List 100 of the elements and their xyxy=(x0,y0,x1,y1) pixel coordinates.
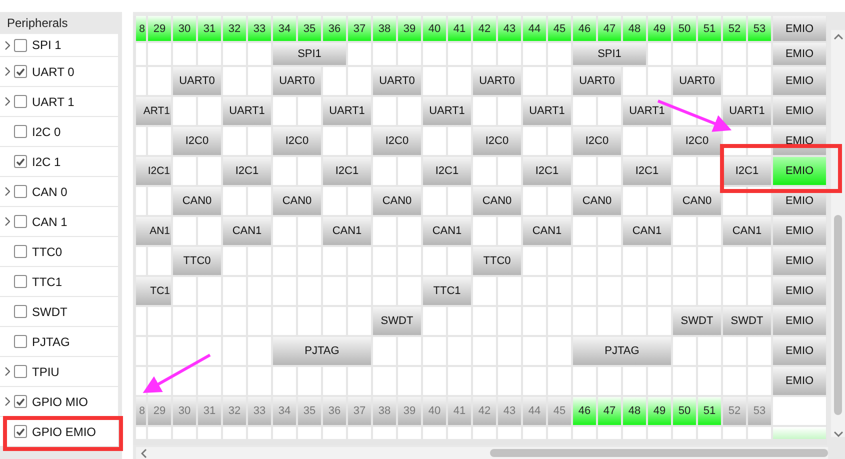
emio-button[interactable]: EMIO xyxy=(773,337,826,365)
pin-function-button[interactable]: CAN0 xyxy=(673,187,721,215)
pin-function-button[interactable]: UART1 xyxy=(523,97,571,125)
chevron-right-icon[interactable] xyxy=(4,367,10,376)
pin-function-button[interactable]: TC1 xyxy=(136,277,171,305)
pin-function-button[interactable]: UART1 xyxy=(623,97,671,125)
pin-function-button[interactable]: SWDT xyxy=(673,307,721,335)
pin-function-button[interactable]: CAN0 xyxy=(173,187,221,215)
pin-function-button[interactable]: I2C0 xyxy=(173,127,221,155)
pin-function-button[interactable]: CAN0 xyxy=(373,187,421,215)
pin-function-button[interactable]: CAN1 xyxy=(223,217,271,245)
pin-function-button[interactable]: SPI1 xyxy=(573,43,646,65)
pin-function-button[interactable]: I2C0 xyxy=(473,127,521,155)
chevron-down-icon[interactable] xyxy=(834,431,842,437)
pin-function-button[interactable]: SWDT xyxy=(723,307,771,335)
emio-button[interactable]: EMIO xyxy=(773,16,826,41)
pin-function-button[interactable]: I2C1 xyxy=(423,157,471,185)
grid-cell xyxy=(623,277,646,305)
pin-function-button[interactable]: TTC0 xyxy=(173,247,221,275)
checkbox[interactable] xyxy=(14,215,27,228)
chevron-right-icon[interactable] xyxy=(4,397,10,406)
chevron-right-icon[interactable] xyxy=(4,187,10,196)
checkbox[interactable] xyxy=(14,395,27,408)
pin-function-button[interactable]: TTC0 xyxy=(473,247,521,275)
pin-function-button[interactable]: UART1 xyxy=(323,97,371,125)
grid-cell xyxy=(473,157,496,185)
pin-function-button[interactable]: I2C0 xyxy=(673,127,721,155)
pin-function-button[interactable]: I2C1 xyxy=(323,157,371,185)
grid-cell xyxy=(136,43,146,65)
pin-function-button[interactable]: I2C0 xyxy=(273,127,321,155)
pin-function-button[interactable]: UART1 xyxy=(423,97,471,125)
pin-function-button[interactable]: CAN1 xyxy=(723,217,771,245)
emio-button[interactable]: EMIO xyxy=(773,217,826,245)
pin-function-button[interactable]: I2C1 xyxy=(223,157,271,185)
chevron-right-icon[interactable] xyxy=(4,40,10,50)
checkbox[interactable] xyxy=(14,95,27,108)
checkbox[interactable] xyxy=(14,305,27,318)
emio-button[interactable]: EMIO xyxy=(773,307,826,335)
grid-cell xyxy=(398,367,421,395)
pin-function-button[interactable]: UART0 xyxy=(573,67,621,95)
pin-function-button[interactable]: I2C1 xyxy=(723,157,771,185)
emio-button[interactable]: EMIO xyxy=(773,157,826,185)
pin-function-button[interactable]: CAN1 xyxy=(523,217,571,245)
emio-button[interactable]: EMIO xyxy=(773,43,826,65)
emio-button[interactable]: EMIO xyxy=(773,97,826,125)
pin-function-button[interactable]: SWDT xyxy=(373,307,421,335)
pin-function-button[interactable]: I2C0 xyxy=(373,127,421,155)
pin-function-button[interactable]: PJTAG xyxy=(273,337,371,365)
grid-cell xyxy=(648,43,671,65)
pin-function-button[interactable]: I2C1 xyxy=(523,157,571,185)
checkbox[interactable] xyxy=(14,65,27,78)
scrollbar-thumb[interactable] xyxy=(490,449,828,457)
pin-function-button[interactable]: CAN1 xyxy=(423,217,471,245)
horizontal-scrollbar[interactable] xyxy=(136,447,828,459)
pin-function-button[interactable]: UART0 xyxy=(673,67,721,95)
vertical-scrollbar[interactable] xyxy=(831,30,845,437)
pin-function-button[interactable]: CAN1 xyxy=(323,217,371,245)
pin-function-button[interactable]: UART1 xyxy=(223,97,271,125)
checkbox[interactable] xyxy=(14,275,27,288)
emio-button[interactable]: EMIO xyxy=(773,67,826,95)
checkbox[interactable] xyxy=(14,335,27,348)
emio-button[interactable]: EMIO xyxy=(773,367,826,395)
pin-function-button[interactable]: I2C1 xyxy=(623,157,671,185)
pin-function-button[interactable]: UART0 xyxy=(373,67,421,95)
chevron-left-icon[interactable] xyxy=(141,448,147,458)
pin-function-button[interactable]: AN1 xyxy=(136,217,171,245)
grid-cell xyxy=(298,97,321,125)
grid-cell xyxy=(348,67,371,95)
checkbox[interactable] xyxy=(14,425,27,438)
grid-cell xyxy=(498,217,521,245)
chevron-right-icon[interactable] xyxy=(4,97,10,106)
pin-function-button[interactable]: UART1 xyxy=(723,97,771,125)
scrollbar-thumb[interactable] xyxy=(834,215,842,415)
checkbox[interactable] xyxy=(14,245,27,258)
grid-cell xyxy=(723,277,746,305)
grid-cell xyxy=(648,277,671,305)
checkbox[interactable] xyxy=(14,365,27,378)
pin-function-button[interactable]: CAN0 xyxy=(473,187,521,215)
pin-function-button[interactable]: SPI1 xyxy=(273,43,346,65)
chevron-right-icon[interactable] xyxy=(4,217,10,226)
checkbox[interactable] xyxy=(14,125,27,138)
checkbox[interactable] xyxy=(14,185,27,198)
pin-function-button[interactable]: TTC1 xyxy=(423,277,471,305)
pin-function-button[interactable]: ART1 xyxy=(136,97,171,125)
pin-function-button[interactable]: CAN0 xyxy=(573,187,621,215)
emio-button[interactable]: EMIO xyxy=(773,277,826,305)
emio-button[interactable]: EMIO xyxy=(773,247,826,275)
pin-function-button[interactable]: CAN0 xyxy=(273,187,321,215)
pin-function-button[interactable]: UART0 xyxy=(273,67,321,95)
pin-function-button[interactable]: CAN1 xyxy=(623,217,671,245)
chevron-right-icon[interactable] xyxy=(4,67,10,76)
pin-function-button[interactable]: UART0 xyxy=(473,67,521,95)
pin-function-button[interactable]: UART0 xyxy=(173,67,221,95)
pin-function-button[interactable]: I2C1 xyxy=(136,157,171,185)
pin-function-button[interactable]: PJTAG xyxy=(573,337,671,365)
checkbox[interactable] xyxy=(14,38,27,52)
chevron-up-icon[interactable] xyxy=(834,34,842,40)
checkbox[interactable] xyxy=(14,155,27,168)
grid-cell xyxy=(573,427,596,439)
pin-function-button[interactable]: I2C0 xyxy=(573,127,621,155)
